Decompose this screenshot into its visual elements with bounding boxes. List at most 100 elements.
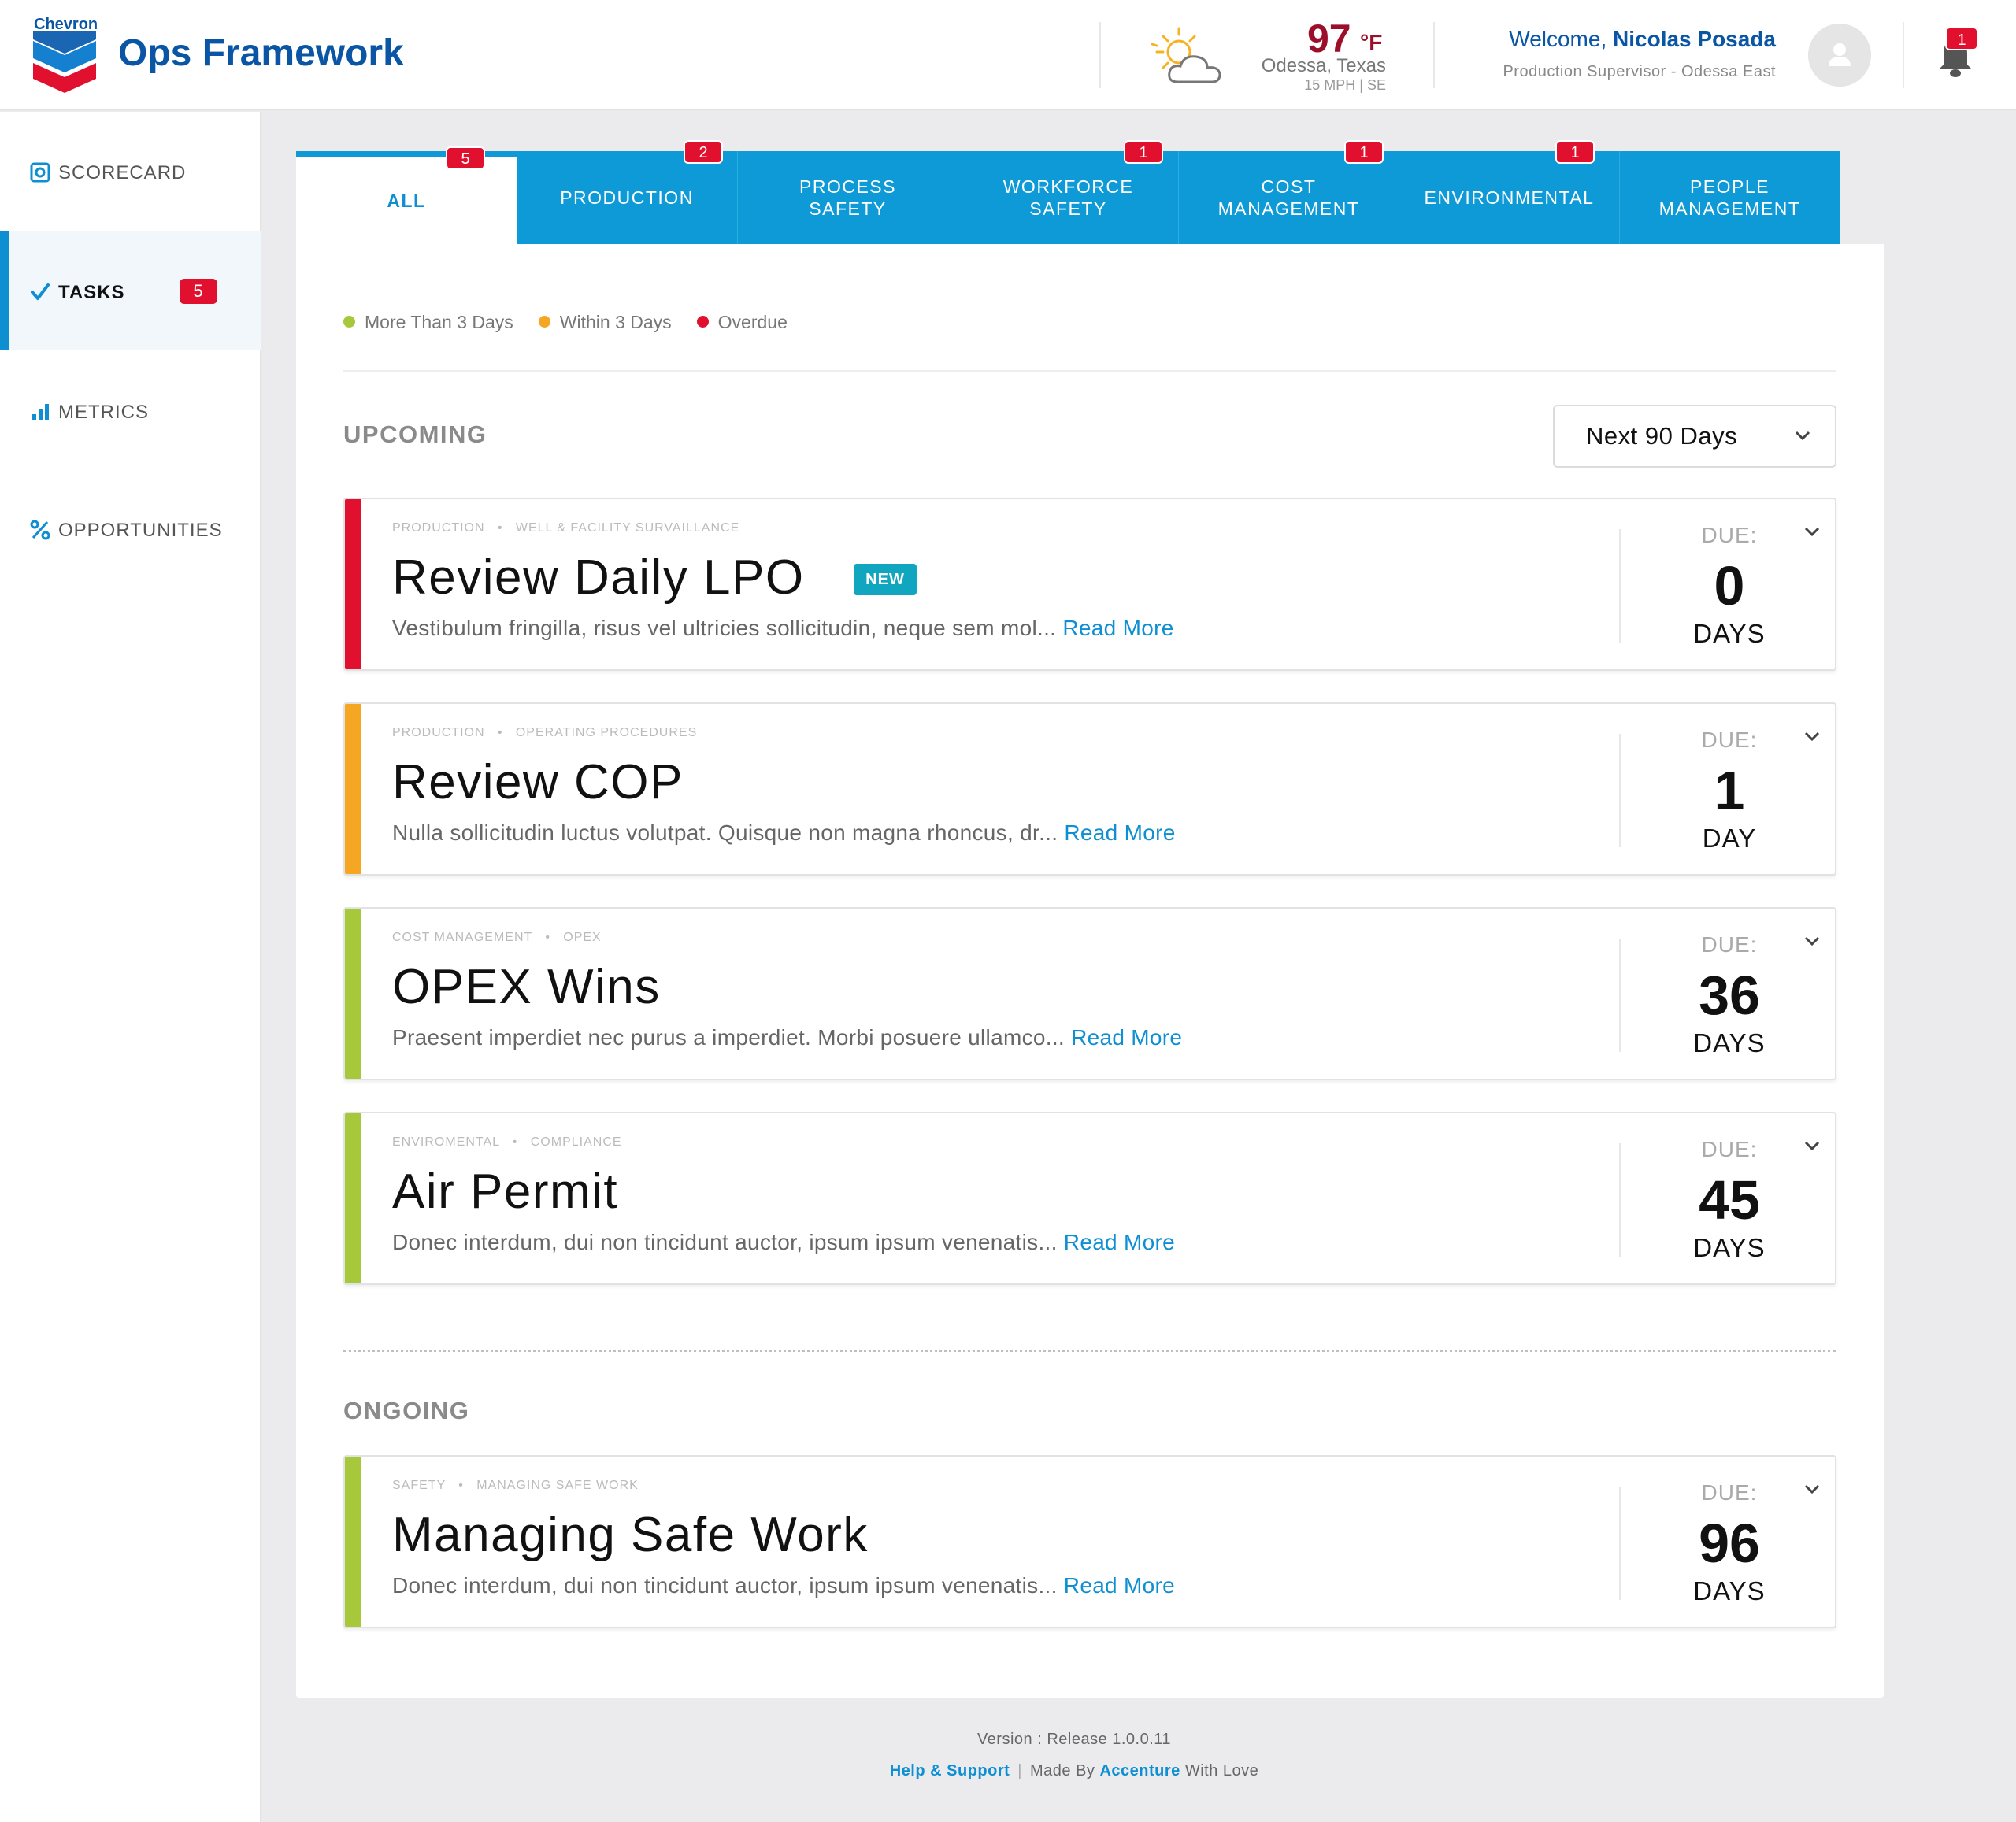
help-support-link[interactable]: Help & Support — [890, 1762, 1010, 1779]
chevron-down-icon — [1795, 431, 1810, 441]
due-value: 0 — [1714, 555, 1745, 617]
made-by-suffix: With Love — [1180, 1762, 1259, 1779]
sidebar-item-opportunities[interactable]: OPPORTUNITIES — [0, 469, 261, 587]
divider — [343, 370, 1836, 372]
chevron-down-icon[interactable] — [1803, 1483, 1821, 1494]
header-divider — [1099, 22, 1101, 88]
ongoing-section-title: ONGOING — [343, 1397, 470, 1424]
status-stripe — [345, 909, 361, 1079]
task-category: PRODUCTION • OPERATING PROCEDURES — [392, 726, 698, 739]
tab-people-management[interactable]: PEOPLE MANAGEMENT — [1619, 151, 1840, 244]
logo-text: Chevron — [34, 16, 98, 33]
tab-cost-management[interactable]: COST MANAGEMENT 1 — [1178, 140, 1399, 244]
footer-links: Help & Support | Made By Accenture With Lo… — [0, 1762, 2016, 1780]
tab-environmental[interactable]: ENVIRONMENTAL 1 — [1399, 140, 1619, 244]
due-value: 1 — [1714, 760, 1745, 821]
due-unit: DAYS — [1693, 619, 1766, 648]
task-title[interactable]: Review Daily LPO — [392, 550, 805, 605]
chevron-down-icon[interactable] — [1803, 1140, 1821, 1151]
chevron-down-icon[interactable] — [1803, 526, 1821, 537]
task-description: Nulla sollicitudin luctus volutpat. Quis… — [392, 820, 1176, 845]
date-range-dropdown[interactable]: Next 90 Days — [1553, 405, 1836, 468]
task-title[interactable]: Managing Safe Work — [392, 1507, 869, 1563]
task-card[interactable]: SAFETY • MANAGING SAFE WORK Managing Saf… — [343, 1455, 1836, 1628]
read-more-link[interactable]: Read More — [1062, 616, 1173, 640]
status-stripe — [345, 499, 361, 669]
sidebar-item-tasks[interactable]: TASKS 5 — [0, 231, 261, 350]
category-tabs: ALL 5 PRODUCTION 2 PROCESS SAFETY WORKFO… — [296, 140, 1840, 244]
tab-all[interactable]: ALL 5 — [296, 146, 517, 244]
legend-item: Overdue — [696, 312, 788, 333]
due-unit: DAY — [1702, 824, 1757, 853]
sidebar-item-scorecard[interactable]: SCORECARD — [0, 112, 261, 230]
sidebar-item-label: OPPORTUNITIES — [58, 520, 223, 541]
legend-label: More Than 3 Days — [365, 312, 513, 332]
user-name[interactable]: Nicolas Posada — [1613, 27, 1776, 51]
read-more-link[interactable]: Read More — [1064, 1573, 1175, 1598]
task-card[interactable]: PRODUCTION • WELL & FACILITY SURVAILLANC… — [343, 498, 1836, 671]
made-by-prefix: Made By — [1029, 1762, 1100, 1779]
tab-label: WORKFORCE SAFETY — [1002, 176, 1134, 219]
tasks-count-badge: 5 — [180, 279, 217, 304]
tab-badge: 2 — [684, 140, 723, 164]
task-description: Vestibulum fringilla, risus vel ultricie… — [392, 616, 1174, 640]
notification-badge: 1 — [1945, 27, 1978, 50]
task-title[interactable]: Air Permit — [392, 1164, 618, 1220]
task-description: Donec interdum, dui non tincidunt auctor… — [392, 1573, 1176, 1598]
tab-badge: 5 — [446, 146, 485, 170]
status-legend: More Than 3 Days Within 3 Days Overdue — [343, 312, 788, 333]
status-stripe — [345, 704, 361, 874]
new-badge: NEW — [854, 564, 917, 595]
due-value: 45 — [1699, 1169, 1760, 1231]
tab-label: PEOPLE MANAGEMENT — [1658, 176, 1801, 219]
task-category: COST MANAGEMENT • OPEX — [392, 931, 602, 944]
sidebar-item-label: METRICS — [58, 402, 149, 423]
task-description: Donec interdum, dui non tincidunt auctor… — [392, 1230, 1176, 1254]
chevron-down-icon[interactable] — [1803, 731, 1821, 742]
task-description: Praesent imperdiet nec purus a imperdiet… — [392, 1025, 1183, 1050]
tab-label: ENVIRONMENTAL — [1424, 187, 1595, 208]
accenture-link[interactable]: Accenture — [1099, 1762, 1180, 1779]
welcome-text: Welcome, Nicolas Posada — [1303, 27, 1776, 52]
task-title[interactable]: Review COP — [392, 754, 684, 810]
scorecard-icon — [30, 162, 50, 183]
sidebar-item-label: TASKS — [58, 282, 125, 303]
tab-label: COST MANAGEMENT — [1217, 176, 1360, 219]
due-unit: DAYS — [1693, 1233, 1766, 1262]
sidebar-item-metrics[interactable]: METRICS — [0, 351, 261, 469]
due-unit: DAYS — [1693, 1576, 1766, 1605]
sidebar: SCORECARD TASKS 5 METRICS OPPORTUNITIES — [0, 112, 261, 1822]
tab-production[interactable]: PRODUCTION 2 — [517, 140, 737, 244]
tab-process-safety[interactable]: PROCESS SAFETY — [737, 151, 958, 244]
read-more-link[interactable]: Read More — [1064, 1230, 1175, 1254]
upcoming-section-title: UPCOMING — [343, 420, 487, 448]
task-card[interactable]: ENVIROMENTAL • COMPLIANCE Air Permit Don… — [343, 1112, 1836, 1285]
legend-item: Within 3 Days — [538, 312, 672, 333]
app-header: Chevron Ops Framework 97 °F Odessa, Texa… — [0, 0, 2016, 110]
user-role: Production Supervisor - Odessa East — [1503, 63, 1776, 80]
green-dot-icon — [343, 316, 355, 328]
task-category: ENVIROMENTAL • COMPLIANCE — [392, 1135, 622, 1149]
chevron-down-icon[interactable] — [1803, 935, 1821, 946]
tab-workforce-safety[interactable]: WORKFORCE SAFETY 1 — [958, 140, 1178, 244]
section-divider — [343, 1350, 1836, 1352]
avatar-icon[interactable] — [1808, 24, 1871, 87]
percent-icon — [30, 520, 50, 540]
tab-label: PRODUCTION — [560, 187, 694, 208]
app-title[interactable]: Ops Framework — [118, 31, 404, 75]
read-more-link[interactable]: Read More — [1064, 820, 1175, 845]
due-value: 36 — [1699, 965, 1760, 1026]
task-card[interactable]: PRODUCTION • OPERATING PROCEDURES Review… — [343, 702, 1836, 876]
footer-separator: | — [1017, 1762, 1022, 1779]
status-stripe — [345, 1457, 361, 1627]
task-category: PRODUCTION • WELL & FACILITY SURVAILLANC… — [392, 521, 740, 535]
status-stripe — [345, 1113, 361, 1283]
read-more-link[interactable]: Read More — [1071, 1025, 1182, 1050]
orange-dot-icon — [538, 316, 550, 328]
task-category: SAFETY • MANAGING SAFE WORK — [392, 1479, 639, 1492]
version-text: Version : Release 1.0.0.11 — [976, 1731, 1172, 1748]
tab-badge: 1 — [1555, 140, 1595, 164]
bar-chart-icon — [32, 404, 49, 420]
task-card[interactable]: COST MANAGEMENT • OPEX OPEX Wins Praesen… — [343, 907, 1836, 1080]
task-title[interactable]: OPEX Wins — [392, 959, 661, 1015]
